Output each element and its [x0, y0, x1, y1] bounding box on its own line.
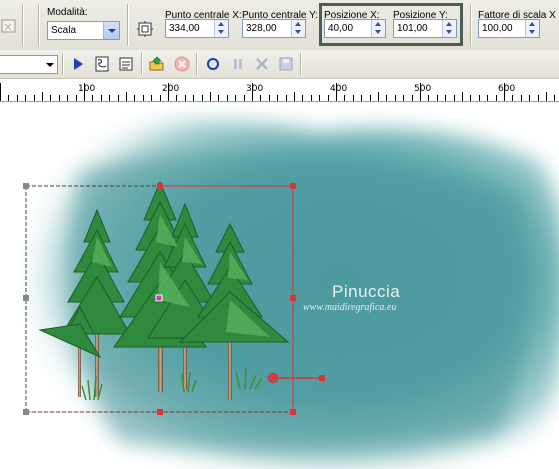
ruler-label: 300 — [246, 84, 264, 94]
center-x-spinner[interactable] — [214, 20, 228, 37]
horizontal-ruler: 100 200 300 400 500 600 — [0, 79, 559, 102]
play-icon[interactable] — [70, 56, 86, 72]
scale-x-spinner[interactable] — [525, 20, 539, 37]
load-icon[interactable] — [149, 56, 165, 72]
pause-icon[interactable] — [230, 56, 246, 72]
ruler-label: 100 — [78, 84, 96, 94]
ruler-label: 400 — [330, 84, 348, 94]
preset-icon[interactable] — [1, 18, 17, 34]
center-y-input[interactable]: 328,00 — [242, 19, 306, 38]
cancel-icon[interactable] — [254, 56, 270, 72]
mode-label: Modalità: — [47, 7, 88, 18]
center-y-spinner[interactable] — [291, 20, 305, 37]
ruler-label: 600 — [498, 84, 516, 94]
center-x-input[interactable]: 334,00 — [165, 19, 229, 38]
canvas-artwork — [23, 120, 559, 469]
save-icon[interactable] — [278, 56, 294, 72]
watermark-title: Pinuccia — [332, 282, 401, 301]
chevron-down-icon[interactable] — [42, 56, 57, 73]
center-y-value: 328,00 — [246, 23, 277, 34]
pos-y-value: 101,00 — [397, 23, 428, 34]
mode-dropdown[interactable]: Scala — [47, 21, 120, 40]
center-icon[interactable] — [137, 21, 153, 37]
image-canvas[interactable]: Pinuccia www.maidiregrafica.eu — [0, 102, 559, 469]
ruler-label: 200 — [162, 84, 180, 94]
chevron-down-icon[interactable] — [103, 22, 119, 39]
pos-x-input[interactable]: 40,00 — [324, 19, 386, 38]
script-icon[interactable] — [94, 56, 110, 72]
stop-icon[interactable] — [174, 56, 190, 72]
script-dropdown[interactable] — [0, 55, 58, 74]
ruler-label: 500 — [414, 84, 432, 94]
pos-x-value: 40,00 — [328, 23, 354, 34]
pos-x-spinner[interactable] — [371, 20, 385, 37]
watermark-url: www.maidiregrafica.eu — [303, 302, 397, 313]
center-x-value: 334,00 — [169, 23, 200, 34]
pos-y-spinner[interactable] — [442, 20, 456, 37]
script-toolbar — [0, 50, 559, 79]
pivot-handle[interactable] — [155, 294, 163, 302]
tool-options-bar: Modalità: Scala Punto centrale X: 334,00… — [0, 0, 559, 51]
pos-y-input[interactable]: 101,00 — [393, 19, 457, 38]
scale-x-value: 100,00 — [482, 23, 513, 34]
record-icon[interactable] — [205, 56, 221, 72]
edit-script-icon[interactable] — [118, 56, 134, 72]
mode-value: Scala — [51, 25, 77, 36]
scale-x-input[interactable]: 100,00 — [478, 19, 540, 38]
